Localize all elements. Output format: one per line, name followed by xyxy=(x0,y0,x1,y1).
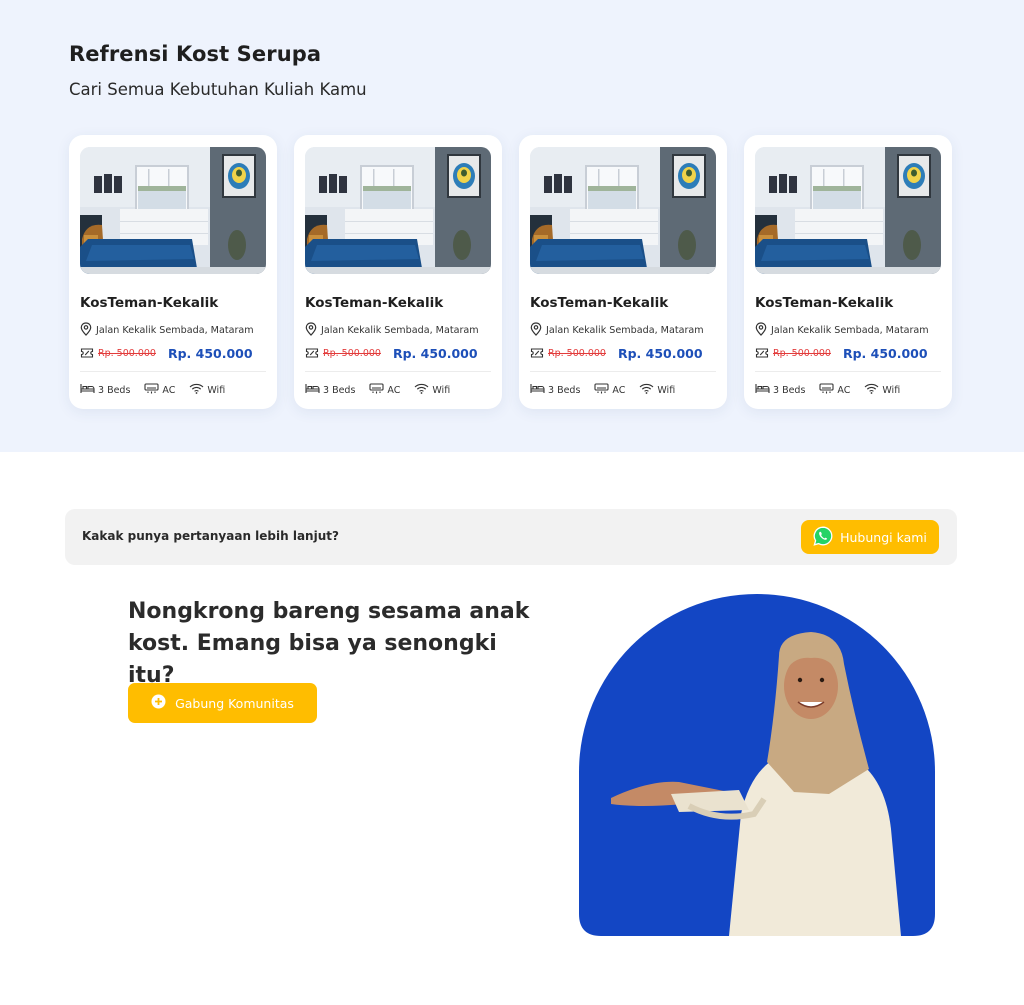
discount-ticket-icon xyxy=(755,344,769,363)
wifi-icon xyxy=(639,383,654,397)
facility-wifi-label: Wifi xyxy=(657,384,676,396)
wifi-icon xyxy=(414,383,429,397)
kost-address: Jalan Kekalik Sembada, Mataram xyxy=(96,325,254,336)
contact-banner: Kakak punya pertanyaan lebih lanjut? Hub… xyxy=(65,509,957,565)
air-conditioner-icon xyxy=(144,383,159,397)
discount-ticket-icon xyxy=(80,344,94,363)
facility-beds-label: 3 Beds xyxy=(98,384,131,396)
kost-card[interactable]: KosTeman-Kekalik Jalan Kekalik Sembada, … xyxy=(294,135,502,409)
kost-card[interactable]: KosTeman-Kekalik Jalan Kekalik Sembada, … xyxy=(519,135,727,409)
facility-wifi-label: Wifi xyxy=(207,384,226,396)
join-community-label: Gabung Komunitas xyxy=(175,695,294,711)
bed-icon xyxy=(530,383,545,397)
kost-card[interactable]: KosTeman-Kekalik Jalan Kekalik Sembada, … xyxy=(69,135,277,409)
room-photo xyxy=(80,147,266,274)
bed-icon xyxy=(305,383,320,397)
similar-kost-section: Refrensi Kost Serupa Cari Semua Kebutuha… xyxy=(0,0,1024,452)
facility-wifi-label: Wifi xyxy=(432,384,451,396)
card-divider xyxy=(755,371,941,372)
kost-name[interactable]: KosTeman-Kekalik xyxy=(80,295,218,311)
air-conditioner-icon xyxy=(594,383,609,397)
discounted-price: Rp. 450.000 xyxy=(167,346,253,361)
discount-ticket-icon xyxy=(530,344,544,363)
wifi-icon xyxy=(189,383,204,397)
discounted-price: Rp. 450.000 xyxy=(617,346,703,361)
facility-ac-label: AC xyxy=(612,384,626,396)
facility-ac: AC xyxy=(144,383,175,397)
plus-circle-icon xyxy=(151,694,166,712)
facility-beds-label: 3 Beds xyxy=(773,384,806,396)
facility-beds-label: 3 Beds xyxy=(548,384,581,396)
location-pin-icon xyxy=(80,321,92,340)
wifi-icon xyxy=(864,383,879,397)
facility-list: 3 Beds AC Wifi xyxy=(80,383,239,397)
facility-list: 3 Beds AC Wifi xyxy=(755,383,914,397)
section-title: Refrensi Kost Serupa xyxy=(69,42,322,66)
kost-name[interactable]: KosTeman-Kekalik xyxy=(305,295,443,311)
address-row: Jalan Kekalik Sembada, Mataram xyxy=(755,321,929,340)
location-pin-icon xyxy=(530,321,542,340)
facility-wifi: Wifi xyxy=(864,383,900,397)
section-subtitle: Cari Semua Kebutuhan Kuliah Kamu xyxy=(69,80,367,99)
room-photo xyxy=(755,147,941,274)
original-price: Rp. 500.000 xyxy=(98,348,156,359)
location-pin-icon xyxy=(755,321,767,340)
price-row: Rp. 500.000 Rp. 450.000 xyxy=(755,344,928,363)
address-row: Jalan Kekalik Sembada, Mataram xyxy=(305,321,479,340)
facility-ac-label: AC xyxy=(387,384,401,396)
air-conditioner-icon xyxy=(369,383,384,397)
address-row: Jalan Kekalik Sembada, Mataram xyxy=(80,321,254,340)
address-row: Jalan Kekalik Sembada, Mataram xyxy=(530,321,704,340)
price-row: Rp. 500.000 Rp. 450.000 xyxy=(80,344,253,363)
facility-list: 3 Beds AC Wifi xyxy=(305,383,464,397)
kost-address: Jalan Kekalik Sembada, Mataram xyxy=(321,325,479,336)
room-photo xyxy=(530,147,716,274)
facility-beds: 3 Beds xyxy=(305,383,355,397)
facility-beds-label: 3 Beds xyxy=(323,384,356,396)
community-headline: Nongkrong bareng sesama anak kost. Emang… xyxy=(128,599,530,688)
contact-question: Kakak punya pertanyaan lebih lanjut? xyxy=(82,529,339,543)
bed-icon xyxy=(80,383,95,397)
facility-ac-label: AC xyxy=(837,384,851,396)
facility-beds: 3 Beds xyxy=(755,383,805,397)
air-conditioner-icon xyxy=(819,383,834,397)
facility-beds: 3 Beds xyxy=(530,383,580,397)
discount-ticket-icon xyxy=(305,344,319,363)
facility-ac: AC xyxy=(594,383,625,397)
join-community-button[interactable]: Gabung Komunitas xyxy=(128,683,317,723)
card-divider xyxy=(305,371,491,372)
facility-list: 3 Beds AC Wifi xyxy=(530,383,689,397)
kost-card[interactable]: KosTeman-Kekalik Jalan Kekalik Sembada, … xyxy=(744,135,952,409)
kost-name[interactable]: KosTeman-Kekalik xyxy=(755,295,893,311)
contact-us-label: Hubungi kami xyxy=(840,529,927,545)
kost-name[interactable]: KosTeman-Kekalik xyxy=(530,295,668,311)
location-pin-icon xyxy=(305,321,317,340)
facility-ac: AC xyxy=(369,383,400,397)
facility-wifi: Wifi xyxy=(414,383,450,397)
price-row: Rp. 500.000 Rp. 450.000 xyxy=(305,344,478,363)
facility-ac-label: AC xyxy=(162,384,176,396)
original-price: Rp. 500.000 xyxy=(773,348,831,359)
kost-address: Jalan Kekalik Sembada, Mataram xyxy=(771,325,929,336)
price-row: Rp. 500.000 Rp. 450.000 xyxy=(530,344,703,363)
kost-address: Jalan Kekalik Sembada, Mataram xyxy=(546,325,704,336)
bed-icon xyxy=(755,383,770,397)
facility-wifi: Wifi xyxy=(639,383,675,397)
original-price: Rp. 500.000 xyxy=(323,348,381,359)
hero-illustration xyxy=(579,594,935,936)
card-divider xyxy=(80,371,266,372)
contact-us-button[interactable]: Hubungi kami xyxy=(801,520,939,554)
card-divider xyxy=(530,371,716,372)
discounted-price: Rp. 450.000 xyxy=(392,346,478,361)
original-price: Rp. 500.000 xyxy=(548,348,606,359)
room-photo xyxy=(305,147,491,274)
facility-wifi-label: Wifi xyxy=(882,384,901,396)
facility-wifi: Wifi xyxy=(189,383,225,397)
whatsapp-icon xyxy=(813,526,833,549)
discounted-price: Rp. 450.000 xyxy=(842,346,928,361)
facility-ac: AC xyxy=(819,383,850,397)
facility-beds: 3 Beds xyxy=(80,383,130,397)
